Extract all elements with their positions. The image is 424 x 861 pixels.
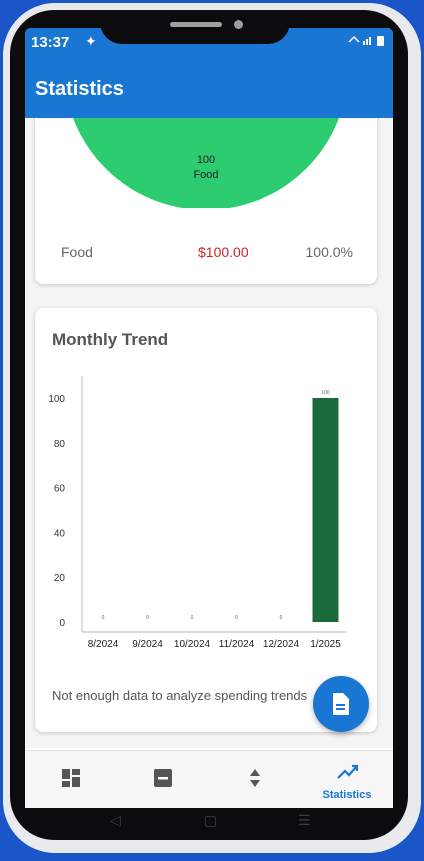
speaker-grille bbox=[170, 22, 222, 27]
monthly-trend-card: Monthly Trend 0 20 40 60 80 100 0 8/2024 0 9/2024… bbox=[35, 308, 377, 732]
app-bar: Statistics bbox=[25, 58, 393, 118]
system-home-icon[interactable]: ▢ bbox=[204, 812, 217, 829]
signal-battery-icon bbox=[347, 34, 387, 49]
x-tick-label: 9/2024 bbox=[132, 639, 163, 650]
app-screen: 13:37 ✦ Statistics 100 Food Food $100.00… bbox=[25, 28, 393, 808]
bar-data-label: 0 bbox=[191, 615, 194, 621]
x-tick-label: 8/2024 bbox=[88, 639, 119, 650]
y-tick-label: 100 bbox=[48, 394, 65, 405]
legend-row-food[interactable]: Food $100.00 100.0% bbox=[35, 240, 377, 264]
pie-slice-name-label: Food bbox=[193, 169, 219, 181]
page-title: Statistics bbox=[35, 78, 124, 100]
x-tick-label: 1/2025 bbox=[310, 639, 341, 650]
monthly-trend-bar-chart: 0 20 40 60 80 100 0 8/2024 0 9/2024 0 10/2024 0 11/20… bbox=[48, 376, 347, 650]
phone-body: 13:37 ✦ Statistics 100 Food Food $100.00… bbox=[10, 10, 408, 840]
bottom-navigation: Statistics bbox=[25, 750, 393, 808]
trend-bar[interactable] bbox=[312, 398, 339, 622]
nav-statistics-label: Statistics bbox=[322, 789, 372, 801]
legend-category-amount: $100.00 bbox=[198, 244, 249, 260]
statistics-content[interactable]: 100 Food Food $100.00 100.0% Monthly Tre… bbox=[25, 118, 393, 748]
bar-data-label: 0 bbox=[102, 615, 105, 621]
bar-data-label: 100 bbox=[321, 390, 330, 396]
y-tick-label: 60 bbox=[54, 484, 66, 495]
y-tick-label: 40 bbox=[54, 528, 66, 539]
nav-transactions[interactable] bbox=[209, 751, 301, 808]
legend-category-name: Food bbox=[61, 244, 93, 260]
sort-icon bbox=[250, 769, 260, 787]
system-navigation-bar: ◁ ▢ ☰ bbox=[10, 808, 408, 840]
category-breakdown-card: 100 Food Food $100.00 100.0% bbox=[35, 118, 377, 284]
nav-dashboard[interactable] bbox=[25, 751, 117, 808]
front-camera bbox=[234, 20, 243, 29]
document-icon bbox=[333, 693, 349, 715]
x-tick-label: 11/2024 bbox=[219, 639, 255, 650]
bar-data-label: 0 bbox=[235, 615, 238, 621]
y-tick-label: 80 bbox=[54, 439, 66, 450]
trend-card-title: Monthly Trend bbox=[52, 330, 169, 349]
x-tick-label: 10/2024 bbox=[174, 639, 211, 650]
minus-box-icon bbox=[154, 769, 172, 787]
y-tick-label: 20 bbox=[54, 573, 66, 584]
status-time: 13:37 bbox=[31, 34, 70, 51]
dashboard-icon bbox=[62, 769, 80, 787]
bar-data-label: 0 bbox=[280, 615, 283, 621]
report-fab-button[interactable] bbox=[313, 676, 369, 732]
pie-slice-value-label: 100 bbox=[196, 154, 216, 166]
y-tick-label: 0 bbox=[59, 618, 65, 629]
nav-expenses[interactable] bbox=[117, 751, 209, 808]
system-back-icon[interactable]: ◁ bbox=[110, 812, 121, 829]
cast-icon: ✦ bbox=[85, 33, 97, 49]
x-tick-label: 12/2024 bbox=[263, 639, 300, 650]
bar-data-label: 0 bbox=[146, 615, 149, 621]
trending-up-icon bbox=[337, 764, 359, 779]
legend-category-percent: 100.0% bbox=[305, 244, 353, 260]
nav-statistics[interactable]: Statistics bbox=[301, 751, 393, 808]
camera-notch bbox=[100, 10, 290, 44]
system-recents-icon[interactable]: ☰ bbox=[298, 812, 311, 829]
